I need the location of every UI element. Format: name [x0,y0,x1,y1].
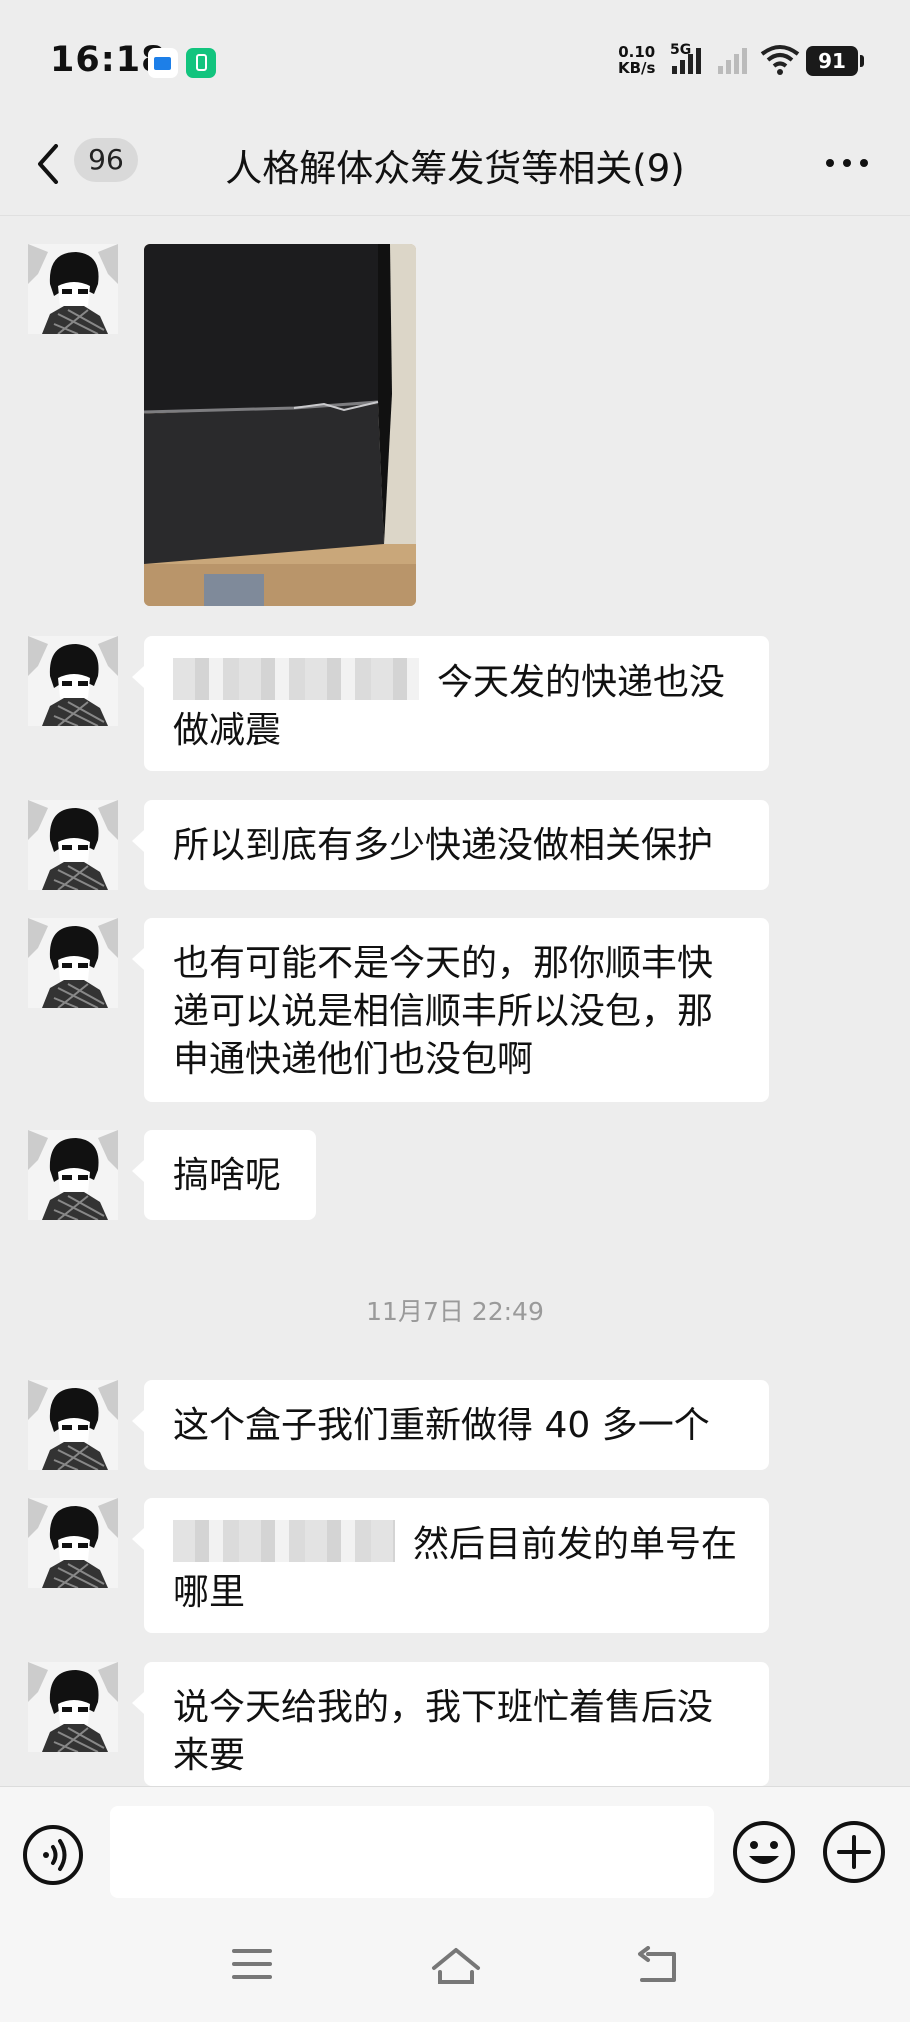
app-notification-icon [148,48,178,78]
battery-indicator: 91 [806,46,864,76]
photo-image [144,244,416,606]
message-bubble[interactable]: 也有可能不是今天的，那你顺丰快 递可以说是相信顺丰所以没包，那 申通快递他们也没… [132,918,769,1102]
message-bubble[interactable]: 说今天给我的，我下班忙着售后没 来要 [132,1662,769,1786]
wifi-icon [760,45,800,75]
redacted-mention [173,1520,395,1562]
network-speed: 0.10 KB/s [618,43,656,77]
message-bubble[interactable]: 今天发的快递也没 做减震 [132,636,769,771]
emoji-icon[interactable] [732,1820,796,1884]
redacted-mention [173,658,419,700]
add-attachment-icon[interactable] [822,1820,886,1884]
avatar[interactable] [28,800,118,890]
page-title: 人格解体众筹发货等相关(9) [225,147,685,190]
message-input[interactable] [110,1806,714,1898]
avatar-image [28,1130,118,1220]
status-bar: 16:18 0.10 KB/s 5G 91 [0,0,910,120]
avatar[interactable] [28,1662,118,1752]
avatar-image [28,800,118,890]
avatar[interactable] [28,1380,118,1470]
avatar-image [28,918,118,1008]
avatar-image [28,1498,118,1588]
message-bubble[interactable]: 搞啥呢 [132,1130,316,1220]
back-nav-icon[interactable] [634,1946,680,1986]
avatar-image [28,1380,118,1470]
message-bubble[interactable]: 这个盒子我们重新做得 40 多一个 [132,1380,769,1470]
avatar-image [28,636,118,726]
avatar[interactable] [28,918,118,1008]
avatar-image [28,244,118,334]
message-photo[interactable] [144,244,416,606]
menu-icon[interactable] [230,1946,274,1982]
message-bubble[interactable]: 然后目前发的单号在 哪里 [132,1498,769,1633]
message-bubble[interactable]: 所以到底有多少快递没做相关保护 [132,800,769,890]
battery-saver-icon [186,48,216,78]
signal-strength-icon [672,48,701,74]
avatar[interactable] [28,1130,118,1220]
chat-timestamp: 11月7日 22:49 [366,1297,544,1326]
home-icon[interactable] [430,1946,482,1986]
avatar[interactable] [28,244,118,334]
more-options-icon[interactable] [822,148,872,178]
avatar[interactable] [28,1498,118,1588]
signal-strength-icon-2 [718,48,747,74]
avatar[interactable] [28,636,118,726]
avatar-image [28,1662,118,1752]
voice-input-icon[interactable] [22,1824,84,1886]
